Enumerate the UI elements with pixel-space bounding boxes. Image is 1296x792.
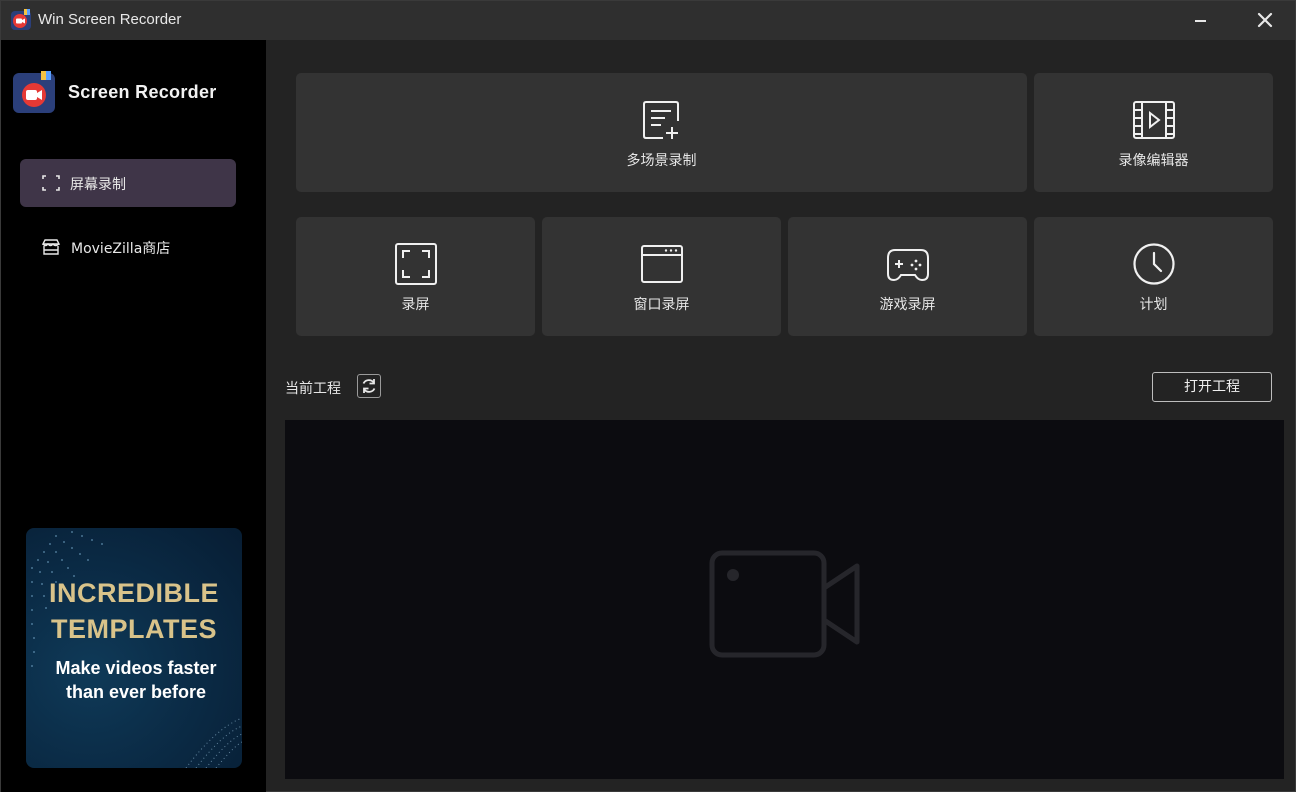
video-camera-icon [709,550,860,658]
window-icon [641,245,683,283]
schedule-button[interactable]: 计划 [1034,217,1273,336]
window-title: Win Screen Recorder [38,11,182,28]
promo-banner[interactable]: INCREDIBLE TEMPLATES Make videos faster … [26,528,242,768]
game-record-button[interactable]: 游戏录屏 [788,217,1027,336]
minimize-icon[interactable] [1185,5,1217,35]
project-list-area [285,420,1284,779]
promo-title-line2: TEMPLATES [51,614,217,644]
tile-label: 多场景录制 [626,153,697,169]
sidebar: Screen Recorder 屏幕录制 MovieZilla商店 INCRED… [1,40,266,792]
window-record-button[interactable]: 窗口录屏 [542,217,781,336]
promo-subtitle-line1: Make videos faster [55,658,217,678]
tile-label: 录像编辑器 [1118,153,1189,169]
refresh-icon [362,379,376,393]
refresh-button[interactable] [357,374,381,398]
sidebar-item-store[interactable]: MovieZilla商店 [20,223,236,271]
sidebar-item-label: 屏幕录制 [70,177,126,193]
store-icon [41,239,61,255]
current-projects-label: 当前工程 [285,381,341,397]
promo-title-line1: INCREDIBLE [48,578,219,608]
tile-label: 计划 [1139,297,1168,313]
app-window: Win Screen Recorder Screen Recorder 屏幕录制 [0,0,1296,792]
promo-subtitle-line2: than ever before [65,682,207,702]
clock-icon [1133,243,1175,285]
promo-subtitle: Make videos faster than ever before [26,656,242,704]
film-icon [1133,101,1175,139]
video-editor-button[interactable]: 录像编辑器 [1034,73,1273,192]
fullscreen-icon [395,243,437,285]
multi-scene-record-button[interactable]: 多场景录制 [296,73,1027,192]
add-scene-icon [643,101,679,139]
tile-label: 窗口录屏 [633,297,690,313]
tile-label: 录屏 [401,297,430,313]
brand-name: Screen Recorder [68,82,217,102]
sidebar-item-label: MovieZilla商店 [71,241,171,257]
open-project-button[interactable]: 打开工程 [1152,372,1272,402]
title-bar: Win Screen Recorder [1,1,1295,40]
app-icon [11,9,31,30]
close-icon[interactable] [1249,5,1281,35]
screen-capture-icon [42,175,60,191]
sidebar-item-screen-recording[interactable]: 屏幕录制 [20,159,236,207]
gamepad-icon [887,249,929,282]
screen-recorder-logo [13,71,55,113]
tile-label: 游戏录屏 [879,297,936,313]
dotted-pattern [31,531,242,768]
promo-title: INCREDIBLE TEMPLATES [26,575,242,647]
record-screen-button[interactable]: 录屏 [296,217,535,336]
